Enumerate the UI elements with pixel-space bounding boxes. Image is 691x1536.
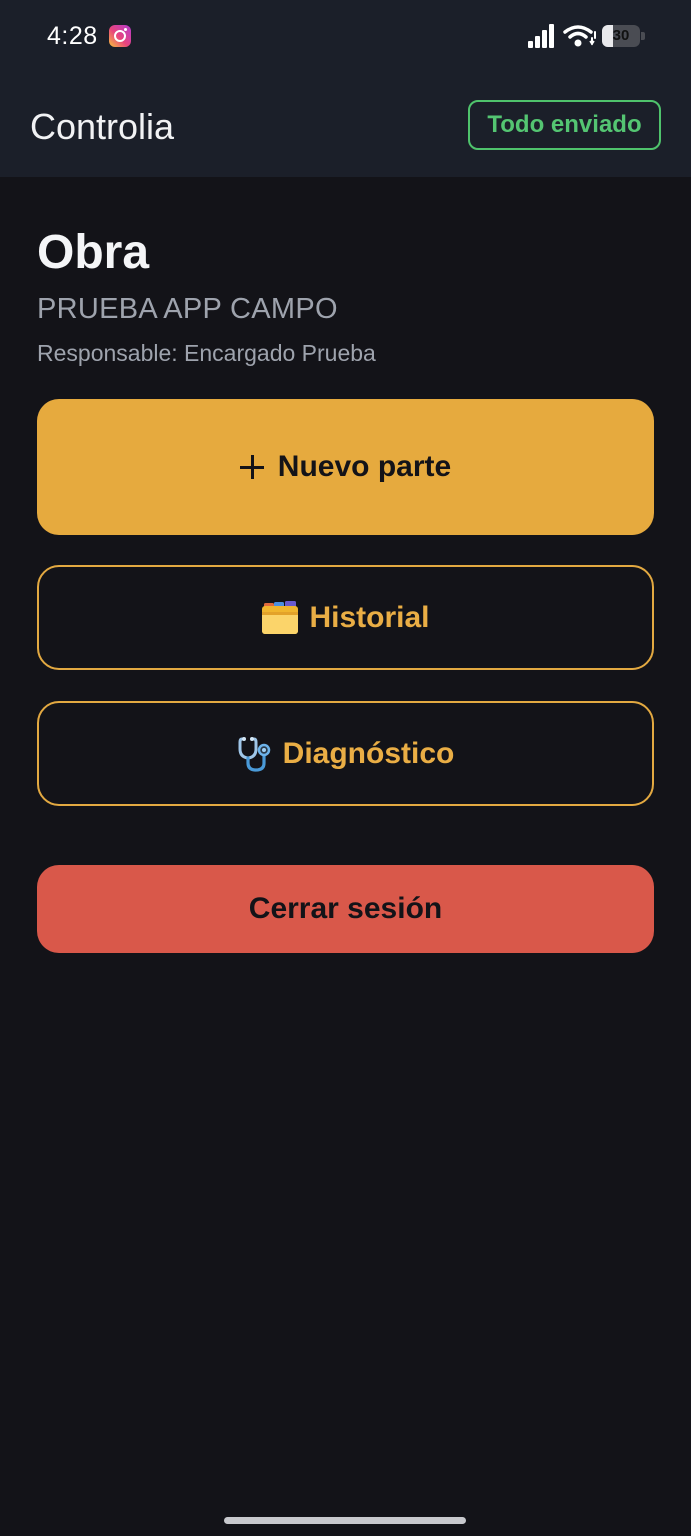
logout-label: Cerrar sesión: [248, 892, 443, 925]
app-bar: Controlia Todo enviado: [0, 72, 691, 177]
battery-icon: 30: [602, 25, 646, 47]
status-time: 4:28: [47, 22, 98, 50]
history-button[interactable]: Historial: [37, 565, 654, 670]
home-indicator[interactable]: [224, 1517, 466, 1524]
battery-cap: [641, 32, 645, 40]
card-index-dividers-icon: [262, 600, 299, 634]
app-screen: 4:28 30 Controlia Todo enviado Obra PRUE…: [0, 0, 691, 1536]
status-bar: 4:28 30: [0, 0, 691, 72]
diagnostics-button[interactable]: Diagnóstico: [37, 701, 654, 806]
instagram-notification-icon: [109, 25, 131, 47]
battery-body: 30: [602, 25, 640, 47]
diagnostics-label: Diagnóstico: [282, 736, 455, 770]
sync-status-badge[interactable]: Todo enviado: [468, 100, 661, 150]
plus-icon: [239, 455, 264, 479]
new-report-label: Nuevo parte: [277, 450, 452, 483]
project-name: PRUEBA APP CAMPO: [37, 293, 338, 325]
responsible-line: Responsable: Encargado Prueba: [37, 340, 376, 366]
wifi-icon: [563, 25, 596, 47]
new-report-button[interactable]: Nuevo parte: [37, 399, 654, 535]
cellular-signal-icon: [528, 24, 554, 48]
section-title: Obra: [37, 226, 150, 279]
app-title: Controlia: [30, 106, 175, 147]
battery-level: 30: [612, 27, 630, 44]
history-label: Historial: [309, 600, 430, 634]
logout-button[interactable]: Cerrar sesión: [37, 865, 654, 953]
stethoscope-icon: [238, 736, 270, 772]
